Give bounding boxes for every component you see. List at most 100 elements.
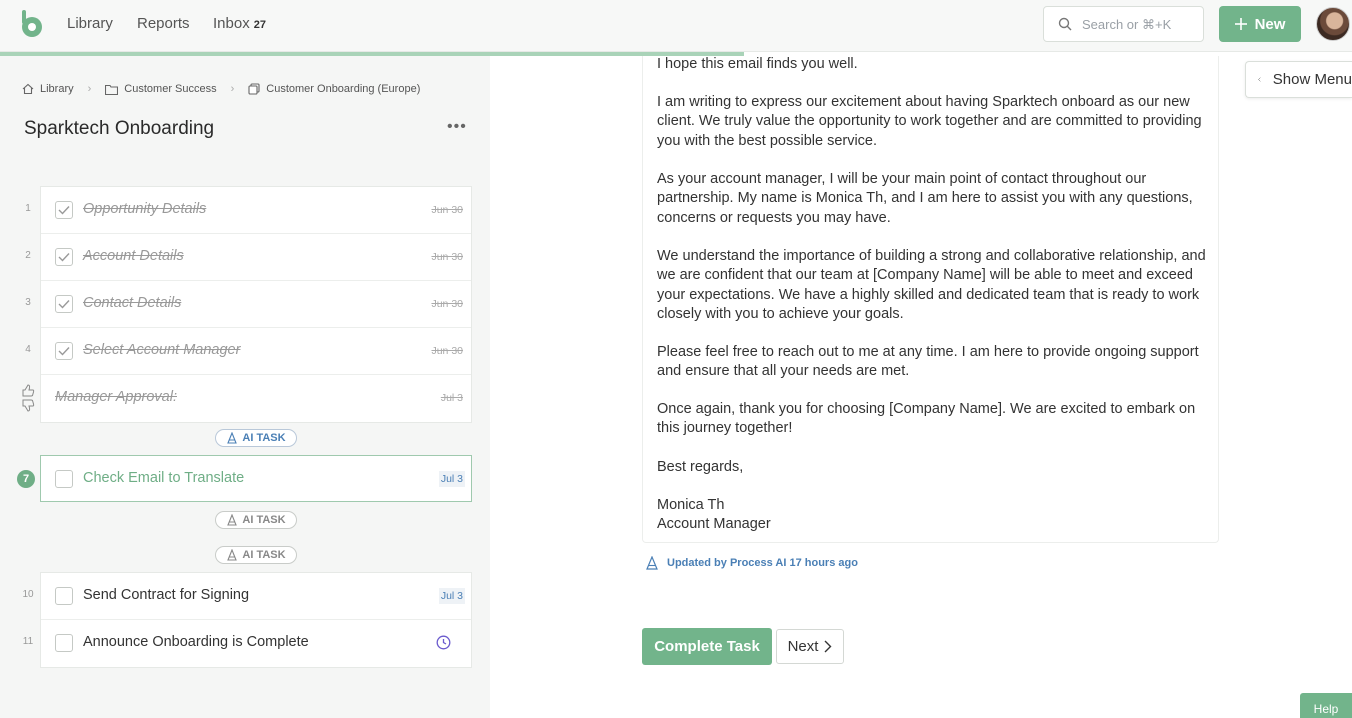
clock-icon[interactable] [436,635,451,650]
search-icon [1058,17,1072,31]
task-checkbox[interactable] [55,634,73,652]
nav-inbox[interactable]: Inbox 27 [213,15,266,32]
breadcrumb-library[interactable]: Library [40,83,74,95]
updated-text: Updated by Process AI 17 hours ago [667,557,858,569]
breadcrumb-customer-onboarding[interactable]: Customer Onboarding (Europe) [266,83,420,95]
task-due-date: Jul 3 [440,392,463,404]
more-options-icon[interactable]: ••• [447,118,467,136]
search-input[interactable] [1082,15,1197,33]
task-number: 3 [25,297,31,308]
task-checkbox[interactable] [55,201,73,219]
email-paragraph: We understand the importance of building… [657,248,1206,322]
task-due-date: Jun 30 [431,298,463,310]
help-button[interactable]: Help [1300,693,1352,718]
task-number: 4 [25,344,31,355]
nav-library[interactable]: Library [67,15,113,32]
task-checkbox[interactable] [55,342,73,360]
show-menu-button[interactable]: Show Menu [1245,61,1352,98]
next-button-label: Next [787,638,819,655]
task-number: 2 [25,250,31,261]
avatar[interactable] [1316,7,1350,41]
search-box[interactable] [1043,6,1204,42]
task-row[interactable]: 4 Select Account Manager Jun 30 [25,328,471,375]
robot-icon [227,432,238,444]
chevron-left-icon [1258,77,1261,82]
email-paragraph: Once again, thank you for choosing [Comp… [657,401,1196,437]
email-paragraph: Best regards, [657,459,744,475]
task-checkbox[interactable] [55,248,73,266]
current-task-number: 7 [17,470,35,488]
logo-icon[interactable] [20,10,44,38]
complete-task-button[interactable]: Complete Task [642,628,772,665]
next-button[interactable]: Next [776,629,844,664]
task-number: 11 [22,636,34,647]
task-name: Account Details [83,248,184,264]
task-name: Send Contract for Signing [83,587,250,603]
nav-reports[interactable]: Reports [137,15,190,32]
workflow-icon [248,83,260,95]
ai-task-label: AI TASK [242,549,286,561]
top-nav: Library Reports Inbox27 New [0,0,1352,52]
ai-task-pill[interactable]: AI TASK [215,429,297,447]
task-name: Announce Onboarding is Complete [83,634,309,650]
task-due-date: Jul 3 [438,588,465,604]
email-signature-title: Account Manager [657,516,771,532]
page-title: Sparktech Onboarding [24,118,215,139]
check-icon [58,347,70,356]
check-icon [58,253,70,262]
breadcrumb-customer-success[interactable]: Customer Success [124,83,216,95]
task-number: 1 [25,203,31,214]
chevron-right-icon [824,640,832,653]
new-button-label: New [1254,15,1286,33]
robot-icon [227,514,238,526]
approval-icon [22,384,35,412]
check-icon [58,300,70,309]
show-menu-label: Show Menu [1272,71,1352,88]
current-task-card[interactable]: Check Email to Translate Jul 3 [40,455,472,502]
task-due-date: Jul 3 [438,471,465,487]
task-due-date: Jun 30 [431,251,463,263]
task-row[interactable]: 2 Account Details Jun 30 [25,234,471,281]
plus-icon [1234,18,1247,30]
email-paragraph: Please feel free to reach out to me at a… [657,344,1199,380]
ai-task-label: AI TASK [242,432,286,444]
remaining-tasks-card: 10 Send Contract for Signing Jul 3 11 An… [22,572,472,668]
check-icon [58,206,70,215]
task-row[interactable]: 11 Announce Onboarding is Complete [23,620,471,667]
ai-task-label: AI TASK [242,514,286,526]
ai-task-pill[interactable]: AI TASK [215,546,297,564]
approval-task-row[interactable]: Manager Approval: Jul 3 [22,375,471,422]
email-paragraph: As your account manager, I will be your … [657,171,1193,226]
new-button[interactable]: New [1219,6,1301,42]
robot-icon [227,549,238,561]
task-name: Manager Approval: [55,389,177,405]
chevron-right-icon: › [230,83,235,95]
task-number: 10 [22,589,34,600]
task-row[interactable]: 10 Send Contract for Signing Jul 3 [22,573,471,620]
task-name: Select Account Manager [83,342,241,358]
task-due-date: Jun 30 [431,345,463,357]
email-paragraph: I am writing to express our excitement a… [657,94,1202,149]
folder-icon [105,84,119,95]
chevron-right-icon: › [87,83,92,95]
ai-task-pill[interactable]: AI TASK [215,511,297,529]
task-name: Check Email to Translate [83,470,245,486]
task-checkbox[interactable] [55,295,73,313]
task-checkbox[interactable] [55,587,73,605]
home-icon [22,83,34,95]
task-due-date: Jun 30 [431,204,463,216]
inbox-count-badge: 27 [253,19,266,31]
task-row[interactable]: 3 Contact Details Jun 30 [25,281,471,328]
task-checkbox[interactable] [55,470,73,488]
process-ai-icon [646,556,658,570]
checklist-panel: Library › Customer Success › Customer On… [0,56,490,718]
completed-tasks-card: 1 Opportunity Details Jun 30 2 Account D… [22,186,472,423]
nav-inbox-label: Inbox [213,15,250,32]
breadcrumb: Library › Customer Success › Customer On… [22,83,420,95]
email-paragraph: I hope this email finds you well. [657,56,858,72]
task-name: Opportunity Details [83,201,207,217]
email-signature-name: Monica Th [657,497,725,513]
updated-by-note: Updated by Process AI 17 hours ago [645,556,858,570]
task-name: Contact Details [83,295,182,311]
task-row[interactable]: 1 Opportunity Details Jun 30 [25,187,471,234]
